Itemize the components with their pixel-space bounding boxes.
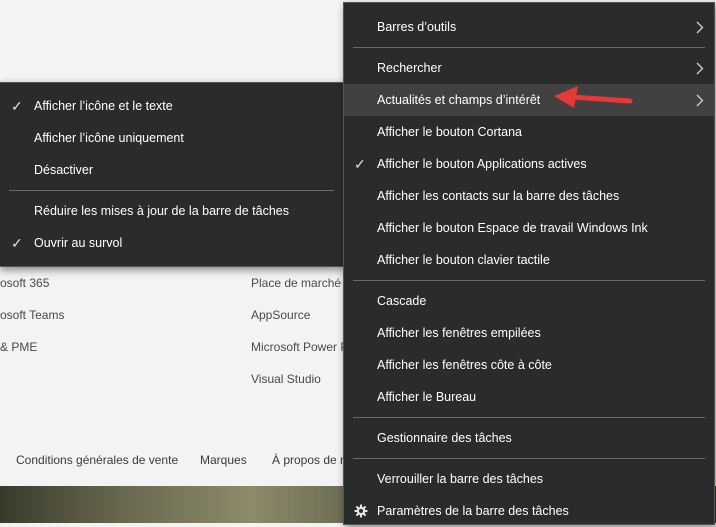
menu-item-toolbars[interactable]: Barres d’outils bbox=[344, 11, 714, 43]
taskbar-context-menu: Barres d’outils Rechercher Actualités et… bbox=[343, 2, 715, 525]
separator bbox=[353, 458, 705, 459]
menu-item-taskbar-settings[interactable]: Paramètres de la barre des tâches bbox=[344, 495, 714, 527]
annotation-arrow-icon bbox=[554, 86, 633, 108]
menu-item-cascade[interactable]: Cascade bbox=[344, 285, 714, 317]
menu-item-task-manager[interactable]: Gestionnaire des tâches bbox=[344, 422, 714, 454]
checkmark-icon: ✓ bbox=[11, 97, 23, 114]
footer-link[interactable]: Microsoft Power P bbox=[251, 340, 348, 354]
menu-item-search[interactable]: Rechercher bbox=[344, 52, 714, 84]
footer-link[interactable]: AppSource bbox=[251, 308, 310, 322]
checkmark-icon: ✓ bbox=[354, 155, 366, 172]
separator bbox=[353, 280, 705, 281]
gear-icon bbox=[354, 504, 368, 518]
menu-item-show-windows-ink[interactable]: Afficher le bouton Espace de travail Win… bbox=[344, 212, 714, 244]
menu-item-show-contacts[interactable]: Afficher les contacts sur la barre des t… bbox=[344, 180, 714, 212]
chevron-right-icon bbox=[696, 94, 704, 107]
menu-item-show-task-view[interactable]: ✓ Afficher le bouton Applications active… bbox=[344, 148, 714, 180]
menu-item-news-interests[interactable]: Actualités et champs d’intérêt bbox=[344, 84, 714, 116]
menu-item-show-touch-keyboard[interactable]: Afficher le bouton clavier tactile bbox=[344, 244, 714, 276]
legal-link[interactable]: Marques bbox=[200, 453, 247, 467]
chevron-right-icon bbox=[696, 21, 704, 34]
footer-link[interactable]: & PME bbox=[0, 340, 37, 354]
submenu-item-show-icon-and-text[interactable]: ✓ Afficher l’icône et le texte bbox=[0, 90, 344, 122]
menu-item-lock-taskbar[interactable]: Verrouiller la barre des tâches bbox=[344, 463, 714, 495]
news-interests-submenu: ✓ Afficher l’icône et le texte Afficher … bbox=[0, 82, 345, 267]
submenu-item-show-icon-only[interactable]: Afficher l’icône uniquement bbox=[0, 122, 344, 154]
submenu-item-reduce-updates[interactable]: Réduire les mises à jour de la barre de … bbox=[0, 195, 344, 227]
legal-link[interactable]: Conditions générales de vente bbox=[16, 453, 178, 467]
legal-link[interactable]: À propos de n bbox=[272, 453, 347, 467]
footer-link[interactable]: Visual Studio bbox=[251, 372, 321, 386]
menu-item-show-cortana[interactable]: Afficher le bouton Cortana bbox=[344, 116, 714, 148]
menu-item-show-desktop[interactable]: Afficher le Bureau bbox=[344, 381, 714, 413]
separator bbox=[353, 47, 705, 48]
chevron-right-icon bbox=[696, 62, 704, 75]
menu-item-side-by-side[interactable]: Afficher les fenêtres côte à côte bbox=[344, 349, 714, 381]
footer-link[interactable]: osoft 365 bbox=[0, 276, 49, 290]
menu-item-stacked-windows[interactable]: Afficher les fenêtres empilées bbox=[344, 317, 714, 349]
checkmark-icon: ✓ bbox=[11, 234, 23, 251]
submenu-item-open-on-hover[interactable]: ✓ Ouvrir au survol bbox=[0, 227, 344, 259]
footer-link[interactable]: osoft Teams bbox=[0, 308, 64, 322]
separator bbox=[353, 417, 705, 418]
footer-link[interactable]: Place de marché A bbox=[251, 276, 352, 290]
submenu-item-turn-off[interactable]: Désactiver bbox=[0, 154, 344, 186]
separator bbox=[9, 190, 334, 191]
